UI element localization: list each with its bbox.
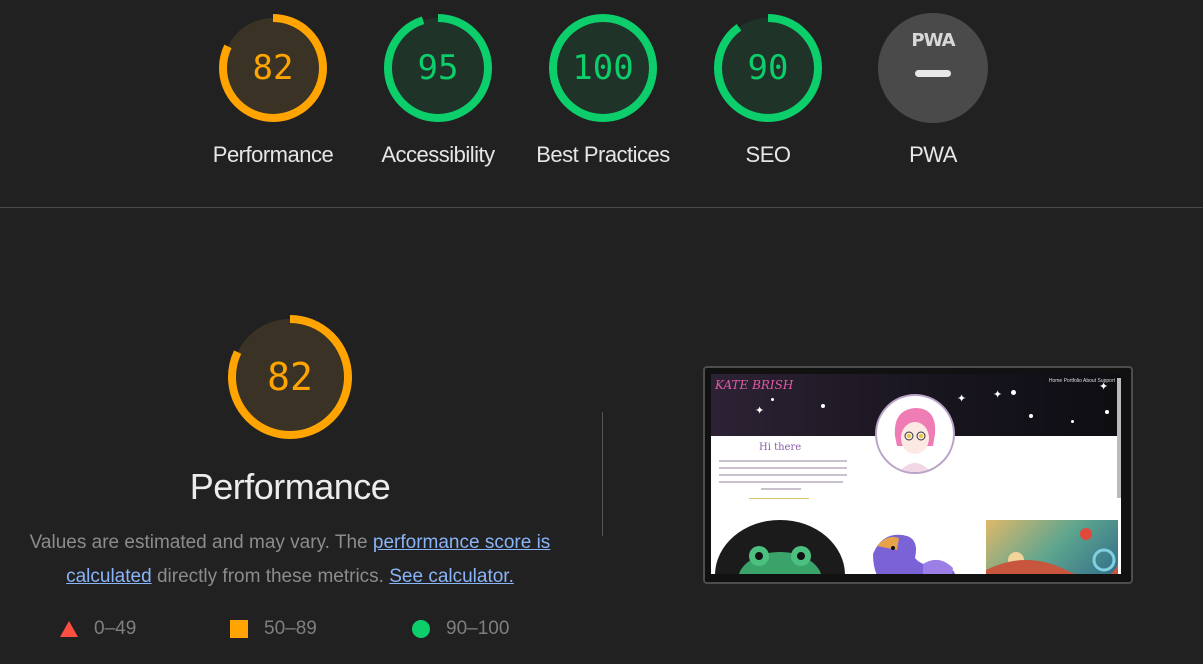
legend-range: 90–100 [446, 618, 510, 639]
gauge-score: 95 [417, 48, 459, 88]
star-icon [1029, 414, 1033, 418]
dog-illustration [873, 534, 956, 574]
screenshot-avatar [875, 394, 955, 474]
desc-text: Values are estimated and may vary. The [29, 532, 373, 553]
gauge-score: 100 [572, 48, 634, 88]
painting-illustration [986, 528, 1118, 574]
frog-artwork [715, 520, 845, 574]
screenshot-logo: KATE BRISH [715, 378, 794, 392]
desc-text: directly from these metrics. [151, 566, 390, 587]
gauge-score: 90 [747, 48, 789, 88]
gauge-best-practices[interactable]: 100 Best Practices [533, 12, 673, 168]
frog-illustration [738, 546, 822, 574]
section-divider [0, 207, 1203, 208]
sparkle-icon: ✦ [755, 405, 765, 417]
text-line [719, 460, 847, 462]
star-icon [821, 404, 825, 408]
legend-item-fail: 0–49 [60, 618, 136, 640]
star-icon [771, 398, 774, 401]
gauge-label: PWA [909, 142, 957, 167]
screenshot-greeting: Hi there [759, 442, 802, 453]
screenshot-rule [749, 498, 809, 499]
score-legend: 0–49 50–89 90–100 [0, 618, 600, 644]
text-line [719, 481, 843, 483]
text-line [761, 488, 801, 490]
text-line [719, 467, 847, 469]
pwa-badge-text: PWA [911, 30, 955, 51]
pwa-dash-icon [915, 70, 951, 77]
gauge-accessibility[interactable]: 95 Accessibility [368, 12, 508, 168]
see-calculator-link[interactable]: See calculator. [389, 566, 514, 587]
circle-icon [412, 620, 430, 638]
vertical-divider [602, 412, 603, 536]
screenshot-page: KATE BRISH Home Portfolio About Support … [711, 374, 1121, 574]
gauge-label: Accessibility [381, 142, 495, 167]
dog-artwork [863, 524, 963, 574]
gauge-label: SEO [745, 142, 791, 167]
gauge-performance[interactable]: 82 Performance [203, 12, 343, 168]
painting-artwork [986, 520, 1118, 574]
gauge-label: Performance [212, 142, 334, 167]
performance-title: Performance [189, 466, 391, 507]
triangle-icon [60, 621, 78, 637]
avatar-illustration [894, 408, 936, 472]
star-icon [1071, 420, 1074, 423]
performance-large-score: 82 [267, 355, 313, 399]
final-screenshot[interactable]: KATE BRISH Home Portfolio About Support … [703, 366, 1133, 584]
gauge-label: Best Practices [536, 142, 670, 167]
performance-large-gauge: 82 [225, 312, 355, 442]
square-icon [230, 620, 248, 638]
star-icon [1011, 390, 1016, 395]
pwa-icon: PWA [863, 12, 1003, 124]
legend-item-pass: 90–100 [412, 618, 509, 640]
sparkle-icon: ✦ [1099, 381, 1109, 393]
gauge-seo[interactable]: 90 SEO [698, 12, 838, 168]
performance-summary: 82 Performance Values are estimated and … [0, 312, 580, 594]
screenshot-scrollbar [1117, 378, 1121, 498]
star-icon [1105, 410, 1109, 414]
gauge-score: 82 [252, 48, 294, 88]
performance-description: Values are estimated and may vary. The p… [20, 526, 560, 594]
sparkle-icon: ✦ [993, 389, 1003, 401]
legend-item-average: 50–89 [230, 618, 317, 640]
gauge-pwa[interactable]: PWA PWA [863, 12, 1003, 168]
sparkle-icon: ✦ [957, 393, 967, 405]
legend-range: 50–89 [264, 618, 317, 639]
category-gauges: 82 Performance 95 Accessibility 100 Best… [0, 12, 1203, 192]
legend-range: 0–49 [94, 618, 137, 639]
text-line [719, 474, 847, 476]
